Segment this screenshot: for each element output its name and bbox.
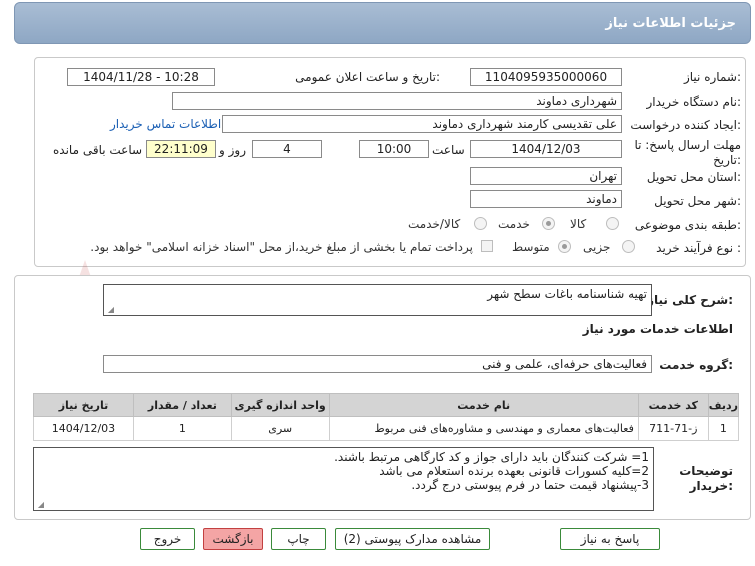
summary-text: تهیه شناسنامه باغات سطح شهر bbox=[487, 287, 647, 301]
requester-field: علی تقدیسی کارمند شهرداری دماوند bbox=[222, 115, 622, 133]
service-group-label: گروه خدمت: bbox=[659, 358, 733, 372]
col-header-need-date: تاریخ نیاز bbox=[33, 393, 134, 417]
deadline-label: مهلت ارسال پاسخ: تا bbox=[634, 138, 741, 152]
treasury-payment-note: پرداخت تمام یا بخشی از مبلغ خرید،از محل … bbox=[90, 240, 473, 254]
note-line: 2=کلیه کسورات قانونی بعهده برنده استعلام… bbox=[379, 464, 649, 478]
deadline-label-date: تاریخ: bbox=[713, 153, 741, 167]
buyer-notes-textarea[interactable]: 1= شرکت کنندگان باید دارای جواز و کد کار… bbox=[33, 447, 654, 511]
treasury-payment-checkbox[interactable] bbox=[481, 240, 493, 252]
table-row: 1 ز-71-711 فعالیت‌های معماری و مهندسی و … bbox=[33, 416, 740, 441]
deadline-date-field: 1404/12/03 bbox=[470, 140, 622, 158]
process-option-minor: جزیی bbox=[583, 240, 611, 254]
summary-textarea[interactable]: تهیه شناسنامه باغات سطح شهر ◢ bbox=[103, 284, 652, 316]
buyer-notes-label-2: خریدار: bbox=[689, 479, 733, 493]
need-number-field: 1104095935000060 bbox=[470, 68, 622, 86]
announce-datetime-field: 1404/11/28 - 10:28 bbox=[67, 68, 215, 86]
cell-unit: سری bbox=[230, 416, 330, 441]
resize-handle-icon[interactable]: ◢ bbox=[106, 306, 114, 314]
note-line: 1= شرکت کنندگان باید دارای جواز و کد کار… bbox=[334, 450, 649, 464]
category-radio-service[interactable] bbox=[542, 217, 555, 230]
cell-row-number: 1 bbox=[707, 416, 740, 441]
deadline-time-field: 10:00 bbox=[359, 140, 429, 158]
service-group-field: فعالیت‌های حرفه‌ای، علمی و فنی bbox=[103, 355, 652, 373]
remaining-time-field: 22:11:09 bbox=[146, 140, 216, 158]
buyer-notes-label: توضیحات bbox=[679, 464, 733, 478]
cell-quantity: 1 bbox=[132, 416, 232, 441]
cell-need-date: 1404/12/03 bbox=[33, 416, 134, 441]
back-button[interactable]: بازگشت bbox=[203, 528, 263, 550]
days-remaining-field: 4 bbox=[252, 140, 322, 158]
province-field: تهران bbox=[470, 167, 622, 185]
col-header-row-number: ردیف bbox=[707, 393, 740, 417]
note-line: 3-پیشنهاد قیمت حتما در فرم پیوستی درج گر… bbox=[411, 478, 649, 492]
category-label: طبقه بندی موضوعی: bbox=[634, 218, 741, 232]
announce-datetime-label: تاریخ و ساعت اعلان عمومی: bbox=[295, 70, 440, 84]
requester-label: ایجاد کننده درخواست: bbox=[630, 118, 741, 132]
process-radio-medium[interactable] bbox=[558, 240, 571, 253]
need-info-panel bbox=[34, 57, 746, 267]
remaining-time-label: ساعت باقی مانده bbox=[53, 143, 143, 157]
need-number-label: شماره نیاز: bbox=[683, 70, 741, 84]
category-option-goods-service: کالا/خدمت bbox=[408, 217, 461, 231]
table-header-row: ردیف کد خدمت نام خدمت واحد اندازه گیری ت… bbox=[33, 393, 740, 417]
page-header: جزئیات اطلاعات نیاز bbox=[14, 2, 751, 44]
category-radio-goods-service[interactable] bbox=[474, 217, 487, 230]
deadline-time-label: ساعت bbox=[432, 143, 465, 157]
buyer-org-field: شهرداری دماوند bbox=[172, 92, 622, 110]
city-field: دماوند bbox=[470, 190, 622, 208]
city-label: شهر محل تحویل: bbox=[654, 194, 741, 208]
resize-handle-icon[interactable]: ◢ bbox=[36, 501, 44, 509]
cell-service-name: فعالیت‌های معماری و مهندسی و مشاوره‌های … bbox=[328, 416, 639, 441]
process-type-label: نوع فرآیند خرید : bbox=[656, 241, 741, 255]
days-label: روز و bbox=[219, 143, 246, 157]
category-option-service: خدمت bbox=[498, 217, 530, 231]
cell-service-code: ز-71-711 bbox=[637, 416, 709, 441]
summary-label: شرح کلی نیاز: bbox=[647, 293, 733, 307]
category-radio-goods[interactable] bbox=[606, 217, 619, 230]
category-option-goods: کالا bbox=[570, 217, 587, 231]
services-table: ردیف کد خدمت نام خدمت واحد اندازه گیری ت… bbox=[33, 393, 740, 441]
reply-button[interactable]: پاسخ به نیاز bbox=[560, 528, 660, 550]
process-radio-minor[interactable] bbox=[622, 240, 635, 253]
col-header-unit: واحد اندازه گیری bbox=[230, 393, 330, 417]
page-title: جزئیات اطلاعات نیاز bbox=[605, 16, 736, 31]
col-header-service-code: کد خدمت bbox=[637, 393, 709, 417]
buyer-org-label: نام دستگاه خریدار: bbox=[646, 95, 742, 109]
print-button[interactable]: چاپ bbox=[271, 528, 326, 550]
exit-button[interactable]: خروج bbox=[140, 528, 195, 550]
view-attachments-button[interactable]: مشاهده مدارک پیوستی (2) bbox=[335, 528, 490, 550]
col-header-quantity: تعداد / مقدار bbox=[132, 393, 232, 417]
process-option-medium: متوسط bbox=[512, 240, 550, 254]
province-label: استان محل تحویل: bbox=[646, 170, 741, 184]
buyer-contact-link[interactable]: اطلاعات تماس خریدار bbox=[110, 117, 221, 131]
col-header-service-name: نام خدمت bbox=[328, 393, 639, 417]
services-section-title: اطلاعات خدمات مورد نیاز bbox=[582, 322, 733, 336]
